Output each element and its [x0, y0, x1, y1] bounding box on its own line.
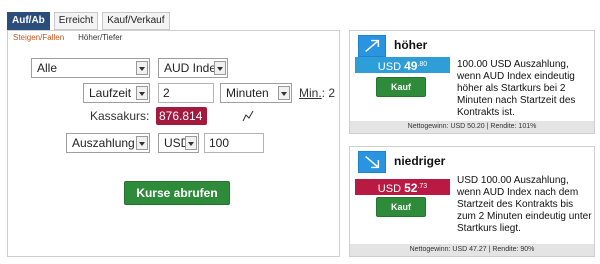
chevron-down-icon [136, 136, 148, 150]
chevron-down-icon [185, 136, 197, 150]
chevron-down-icon [136, 86, 148, 100]
duration-input[interactable]: 2 [158, 83, 214, 103]
spot-label: Kassakurs: [90, 109, 150, 123]
higher-price: USD 49.80 [355, 57, 450, 73]
lower-contract-card: niedriger USD 52.73 Kauf USD 100.00 Ausz… [349, 146, 595, 257]
arrow-down-right-icon [358, 151, 386, 173]
market-filter-value: Alle [37, 61, 58, 75]
higher-footer: Nettogewinn: USD 50.20 | Rendite: 101% [350, 121, 594, 133]
subtab-steigen-fallen[interactable]: Steigen/Fallen [13, 33, 64, 42]
subtab-bar: Steigen/Fallen Höher/Tiefer [13, 33, 122, 42]
min-duration-label: Min.: 2 [299, 86, 335, 100]
arrow-up-right-icon [358, 35, 386, 57]
duration-unit-value: Minuten [226, 86, 269, 100]
higher-contract-card: höher USD 49.80 Kauf 100.00 USD Auszahlu… [349, 30, 595, 134]
subtab-hoeher-tiefer[interactable]: Höher/Tiefer [78, 33, 122, 42]
lower-title: niedriger [394, 154, 446, 168]
higher-title: höher [394, 38, 428, 52]
tab-kauf-verkauf[interactable]: Kauf/Verkauf [102, 12, 170, 30]
higher-price-int: 49 [404, 59, 418, 73]
min-link: Min. [299, 86, 322, 100]
lower-price-int: 52 [404, 181, 418, 195]
higher-buy-button[interactable]: Kauf [376, 77, 426, 97]
lower-buy-button[interactable]: Kauf [376, 197, 426, 217]
payout-type-select[interactable]: Auszahlung [66, 133, 150, 153]
sparkline-icon [242, 110, 254, 122]
get-prices-button[interactable]: Kurse abrufen [124, 181, 230, 205]
amount-input[interactable]: 100 [204, 133, 264, 153]
higher-price-frac: .80 [417, 61, 428, 68]
higher-price-currency: USD [377, 61, 402, 73]
lower-description: USD 100.00 Auszahlung, wenn AUD Index na… [457, 175, 592, 234]
tab-erreicht[interactable]: Erreicht [53, 12, 99, 30]
market-filter-select[interactable]: Alle [31, 58, 150, 78]
lower-footer: Nettogewinn: USD 47.27 | Rendite: 90% [350, 244, 594, 256]
duration-unit-select[interactable]: Minuten [220, 83, 292, 103]
lower-price: USD 52.73 [355, 179, 450, 195]
chevron-down-icon [214, 61, 226, 75]
trade-form-panel: Steigen/Fallen Höher/Tiefer Alle AUD Ind… [7, 30, 340, 257]
chevron-down-icon [136, 61, 148, 75]
duration-type-select[interactable]: Laufzeit [83, 83, 150, 103]
payout-type-value: Auszahlung [72, 136, 135, 150]
min-value: : 2 [321, 86, 336, 100]
currency-select[interactable]: USD [158, 133, 199, 153]
underlying-select[interactable]: AUD Index [158, 58, 228, 78]
spot-value: 876.814 [156, 107, 207, 125]
chevron-down-icon [278, 86, 290, 100]
lower-price-frac: .73 [417, 183, 428, 190]
higher-description: 100.00 USD Auszahlung, wenn AUD Index ei… [457, 59, 576, 118]
contract-type-tabs: Auf/Ab Erreicht Kauf/Verkauf [7, 12, 170, 30]
tab-auf-ab[interactable]: Auf/Ab [7, 12, 50, 30]
duration-type-value: Laufzeit [89, 86, 132, 100]
lower-price-currency: USD [377, 183, 402, 195]
